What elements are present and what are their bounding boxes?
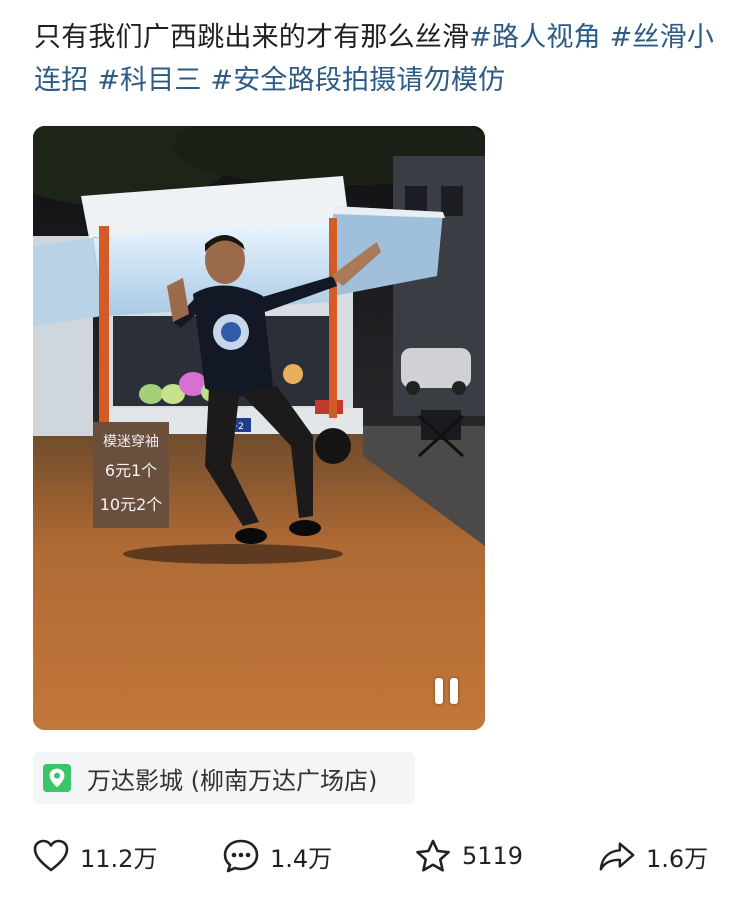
pause-bar-right [449,678,458,704]
location-name: 万达影城 (柳南万达广场店) [87,766,378,795]
star-icon [414,837,452,875]
video-player[interactable]: 桂B·2 模迷穿袖 6元1个 10元2个 [33,126,485,730]
caption-text: 只有我们广西跳出来的才有那么丝滑 [34,22,470,53]
share-count: 1.6万 [646,844,709,873]
like-button[interactable]: 11.2万 [32,828,157,884]
post-caption: 只有我们广西跳出来的才有那么丝滑#路人视角 #丝滑小连招 #科目三 #安全路段拍… [34,16,724,102]
sign-title: 模迷穿袖 [103,434,159,450]
heart-icon [32,837,70,875]
share-arrow-icon [598,837,636,875]
hashtag-kemusan[interactable]: #科目三 [88,65,201,96]
pause-button[interactable] [429,674,463,708]
hashtag-anquan[interactable]: #安全路段拍摄请勿模仿 [202,65,506,96]
favorite-button[interactable]: 5119 [414,828,523,884]
like-count: 11.2万 [80,844,158,873]
share-button[interactable]: 1.6万 [598,828,708,884]
comment-icon [222,837,260,875]
hashtag-luren[interactable]: #路人视角 [469,22,601,53]
video-frame: 桂B·2 模迷穿袖 6元1个 10元2个 [33,126,485,730]
location-tag[interactable]: 万达影城 (柳南万达广场店) [33,752,415,804]
comment-count: 1.4万 [270,844,333,873]
pause-bar-left [434,678,443,704]
sign-price-2: 10元2个 [100,495,163,514]
sign-price-1: 6元1个 [105,461,157,480]
action-bar: 11.2万 1.4万 5119 1.6万 [0,828,748,884]
favorite-count: 5119 [462,842,524,870]
map-pin-icon [43,762,71,794]
comment-button[interactable]: 1.4万 [222,828,332,884]
